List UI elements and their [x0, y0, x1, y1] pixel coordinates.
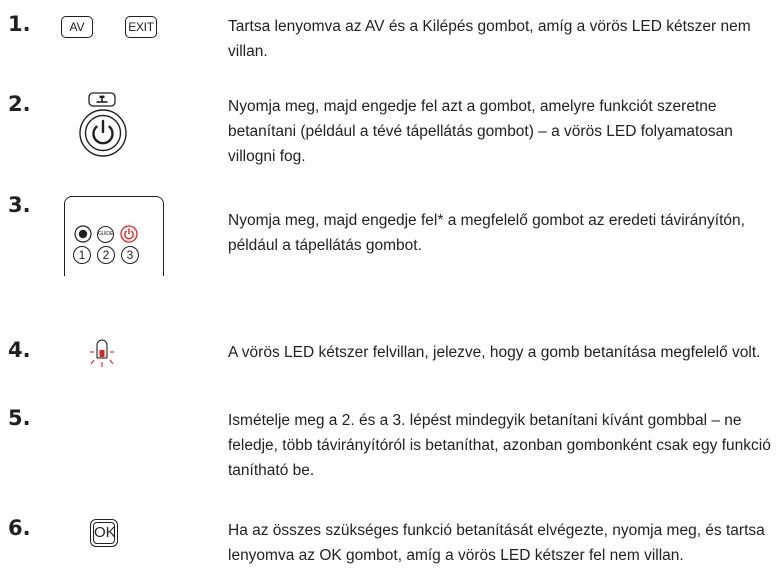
step-number: 2. — [8, 92, 31, 116]
step-text: Nyomja meg, majd engedje fel* a megfelel… — [228, 212, 745, 254]
step-number: 4. — [8, 338, 31, 362]
exit-button: EXIT — [125, 16, 157, 38]
ok-button: OK — [90, 519, 118, 547]
step-number: 3. — [8, 193, 31, 217]
step-text: Tartsa lenyomva az AV és a Kilépés gombo… — [228, 18, 751, 60]
step-text: Ismételje meg a 2. és a 3. lépést mindeg… — [228, 412, 771, 479]
step-number: 6. — [8, 516, 31, 540]
av-button: AV — [61, 16, 93, 38]
digit-1-button: 1 — [73, 246, 91, 264]
guide-button: GUIDE — [97, 226, 114, 243]
step-number: 1. — [8, 12, 31, 36]
red-power-button-icon — [120, 225, 138, 243]
original-remote-icon: GUIDE 1 2 3 — [64, 196, 164, 276]
power-button-icon — [79, 109, 127, 157]
step-text: A vörös LED kétszer felvillan, jelezve, … — [228, 344, 761, 361]
step-text: Ha az összes szükséges funkció betanítás… — [228, 522, 765, 564]
blinking-led-icon — [90, 339, 114, 367]
step-text: Nyomja meg, majd engedje fel azt a gombo… — [228, 98, 733, 165]
ok-button-inner: OK — [93, 522, 116, 544]
digit-2-button: 2 — [97, 246, 115, 264]
digit-3-button: 3 — [121, 246, 139, 264]
record-button-icon — [74, 225, 92, 243]
step-number: 5. — [8, 406, 31, 430]
learn-key-icon — [88, 92, 116, 107]
